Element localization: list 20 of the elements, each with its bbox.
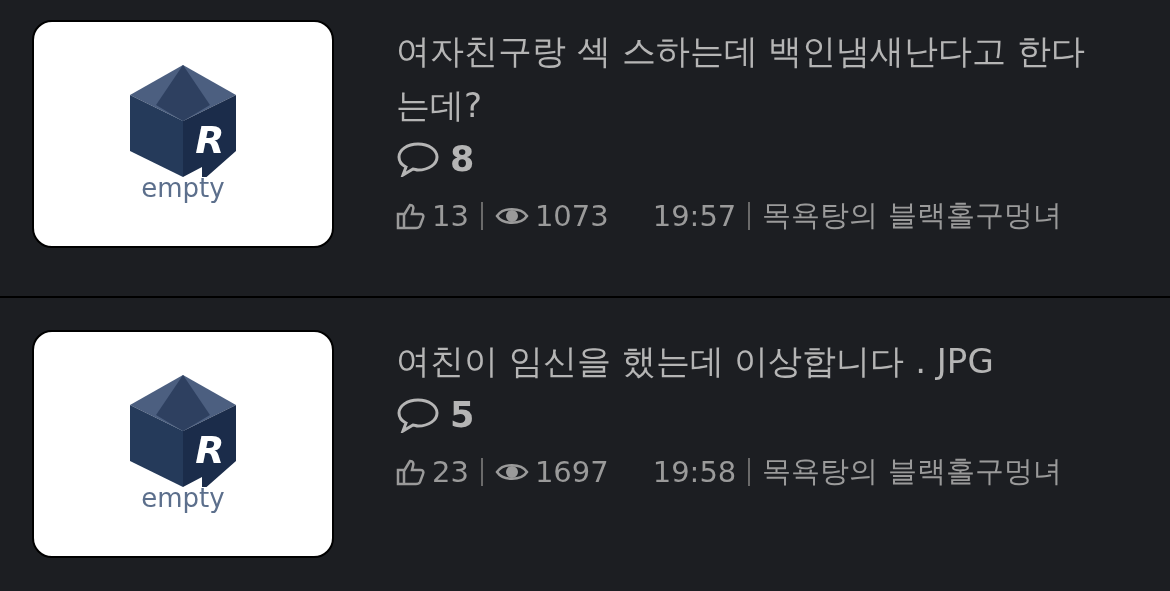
thumbs-up-icon <box>396 458 426 486</box>
comment-count: 5 <box>450 394 475 437</box>
post-time: 19:57 <box>652 199 737 233</box>
post-title[interactable]: 여자친구랑 섹 스하는데 백인냄새난다고 한다는데? <box>396 24 1096 132</box>
comment-icon <box>396 141 440 177</box>
view-count: 1697 <box>534 455 609 489</box>
comment-icon <box>396 397 440 433</box>
thumbnail[interactable]: R empty <box>32 20 334 248</box>
cube-logo-drawing: R <box>130 375 236 487</box>
thumbs-up-icon <box>396 202 426 230</box>
like-count: 23 <box>432 455 469 489</box>
like-count: 13 <box>432 199 469 233</box>
post-time: 19:58 <box>652 455 737 489</box>
view-count: 1073 <box>534 199 609 233</box>
comment-count: 8 <box>450 138 475 181</box>
post-title[interactable]: 여친이 임신을 했는데 이상합니다 . JPG <box>396 334 1096 388</box>
cube-logo-drawing: R <box>130 65 236 177</box>
author-name[interactable]: 목욕탕의 블랙홀구멍녀 <box>762 196 1062 236</box>
author-name[interactable]: 목욕탕의 블랙홀구멍녀 <box>762 452 1062 492</box>
thumbnail[interactable]: R empty <box>32 330 334 558</box>
